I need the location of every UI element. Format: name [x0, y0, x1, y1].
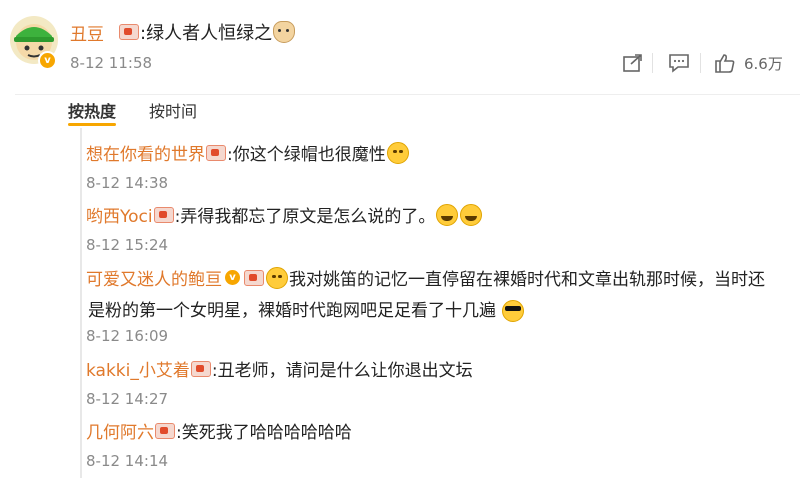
comment-icon [669, 54, 689, 73]
verified-badge-icon: v [225, 270, 240, 285]
comment-thread-line [80, 128, 82, 478]
comment-timestamp: 8-12 15:24 [86, 236, 169, 254]
comment-timestamp: 8-12 14:27 [86, 390, 169, 408]
post-timestamp: 8-12 11:58 [70, 54, 153, 72]
sort-by-time-tab[interactable]: 按时间 [149, 98, 197, 122]
smile-emoji-icon [386, 141, 409, 164]
comment-text: 我对姚笛的记忆一直停留在裸婚时代和文章出轨那时候，当时还 [289, 270, 765, 290]
vip-badge-icon [244, 269, 264, 286]
comment-text: :你这个绿帽也很魔性 [227, 145, 386, 165]
comment-timestamp: 8-12 14:14 [86, 452, 169, 470]
post-text-line: :绿人者人恒绿之 [118, 19, 296, 45]
comment-text: :丑老师，请问是什么让你退出文坛 [211, 361, 473, 381]
comment-author[interactable]: 几何阿六 [86, 418, 154, 443]
comment-text: :笑死我了哈哈哈哈哈哈 [176, 423, 352, 443]
comment-line: 几何阿六 :笑死我了哈哈哈哈哈哈 [86, 418, 352, 443]
verified-badge-icon: v [38, 51, 57, 70]
comment-text: 是粉的第一个女明星，裸婚时代跑网吧足足看了十几遍 [88, 301, 496, 321]
smirk-emoji-icon [266, 266, 288, 289]
comment-button[interactable] [668, 50, 690, 76]
action-divider [652, 53, 653, 73]
action-divider [700, 53, 701, 73]
comment-timestamp: 8-12 16:09 [86, 327, 169, 345]
comment-text-continued: 是粉的第一个女明星，裸婚时代跑网吧足足看了十几遍 [88, 296, 525, 322]
share-button[interactable] [622, 50, 644, 76]
share-icon [623, 54, 642, 72]
laugh-cry-emoji-icon [460, 203, 483, 226]
sort-by-hot-tab[interactable]: 按热度 [68, 98, 117, 126]
thumbs-up-icon [715, 54, 735, 73]
post-author[interactable]: 丑豆 [70, 20, 104, 45]
comment-author[interactable]: kakki_小艾着 [86, 356, 190, 381]
vip-badge-icon [155, 422, 175, 439]
comment-line: 哟西Yoci :弄得我都忘了原文是怎么说的了。 [86, 202, 483, 227]
comment-timestamp: 8-12 14:38 [86, 174, 169, 192]
doge-emoji-icon [273, 21, 296, 43]
vip-badge-icon [153, 206, 174, 223]
comment-line: 想在你看的世界 :你这个绿帽也很魔性 [86, 140, 410, 165]
laugh-cry-emoji-icon [436, 203, 459, 226]
comment-line: kakki_小艾着 :丑老师，请问是什么让你退出文坛 [86, 356, 473, 381]
vip-badge-icon [206, 144, 226, 161]
sunglasses-emoji-icon [502, 300, 525, 322]
comment-author[interactable]: 哟西Yoci [86, 202, 153, 227]
post-text: :绿人者人恒绿之 [140, 23, 273, 44]
comment-author[interactable]: 想在你看的世界 [86, 140, 205, 165]
vip-badge-icon [119, 24, 139, 40]
comment-line: 可爱又迷人的鲍亘 v 我对姚笛的记忆一直停留在裸婚时代和文章出轨那时候，当时还 [86, 265, 765, 290]
like-count: 6.6万 [744, 54, 783, 73]
vip-badge-icon [190, 360, 211, 377]
comment-author[interactable]: 可爱又迷人的鲍亘 [86, 265, 222, 290]
comment-text: :弄得我都忘了原文是怎么说的了。 [174, 207, 436, 227]
like-button[interactable]: 6.6万 [714, 50, 783, 76]
divider [15, 94, 800, 95]
